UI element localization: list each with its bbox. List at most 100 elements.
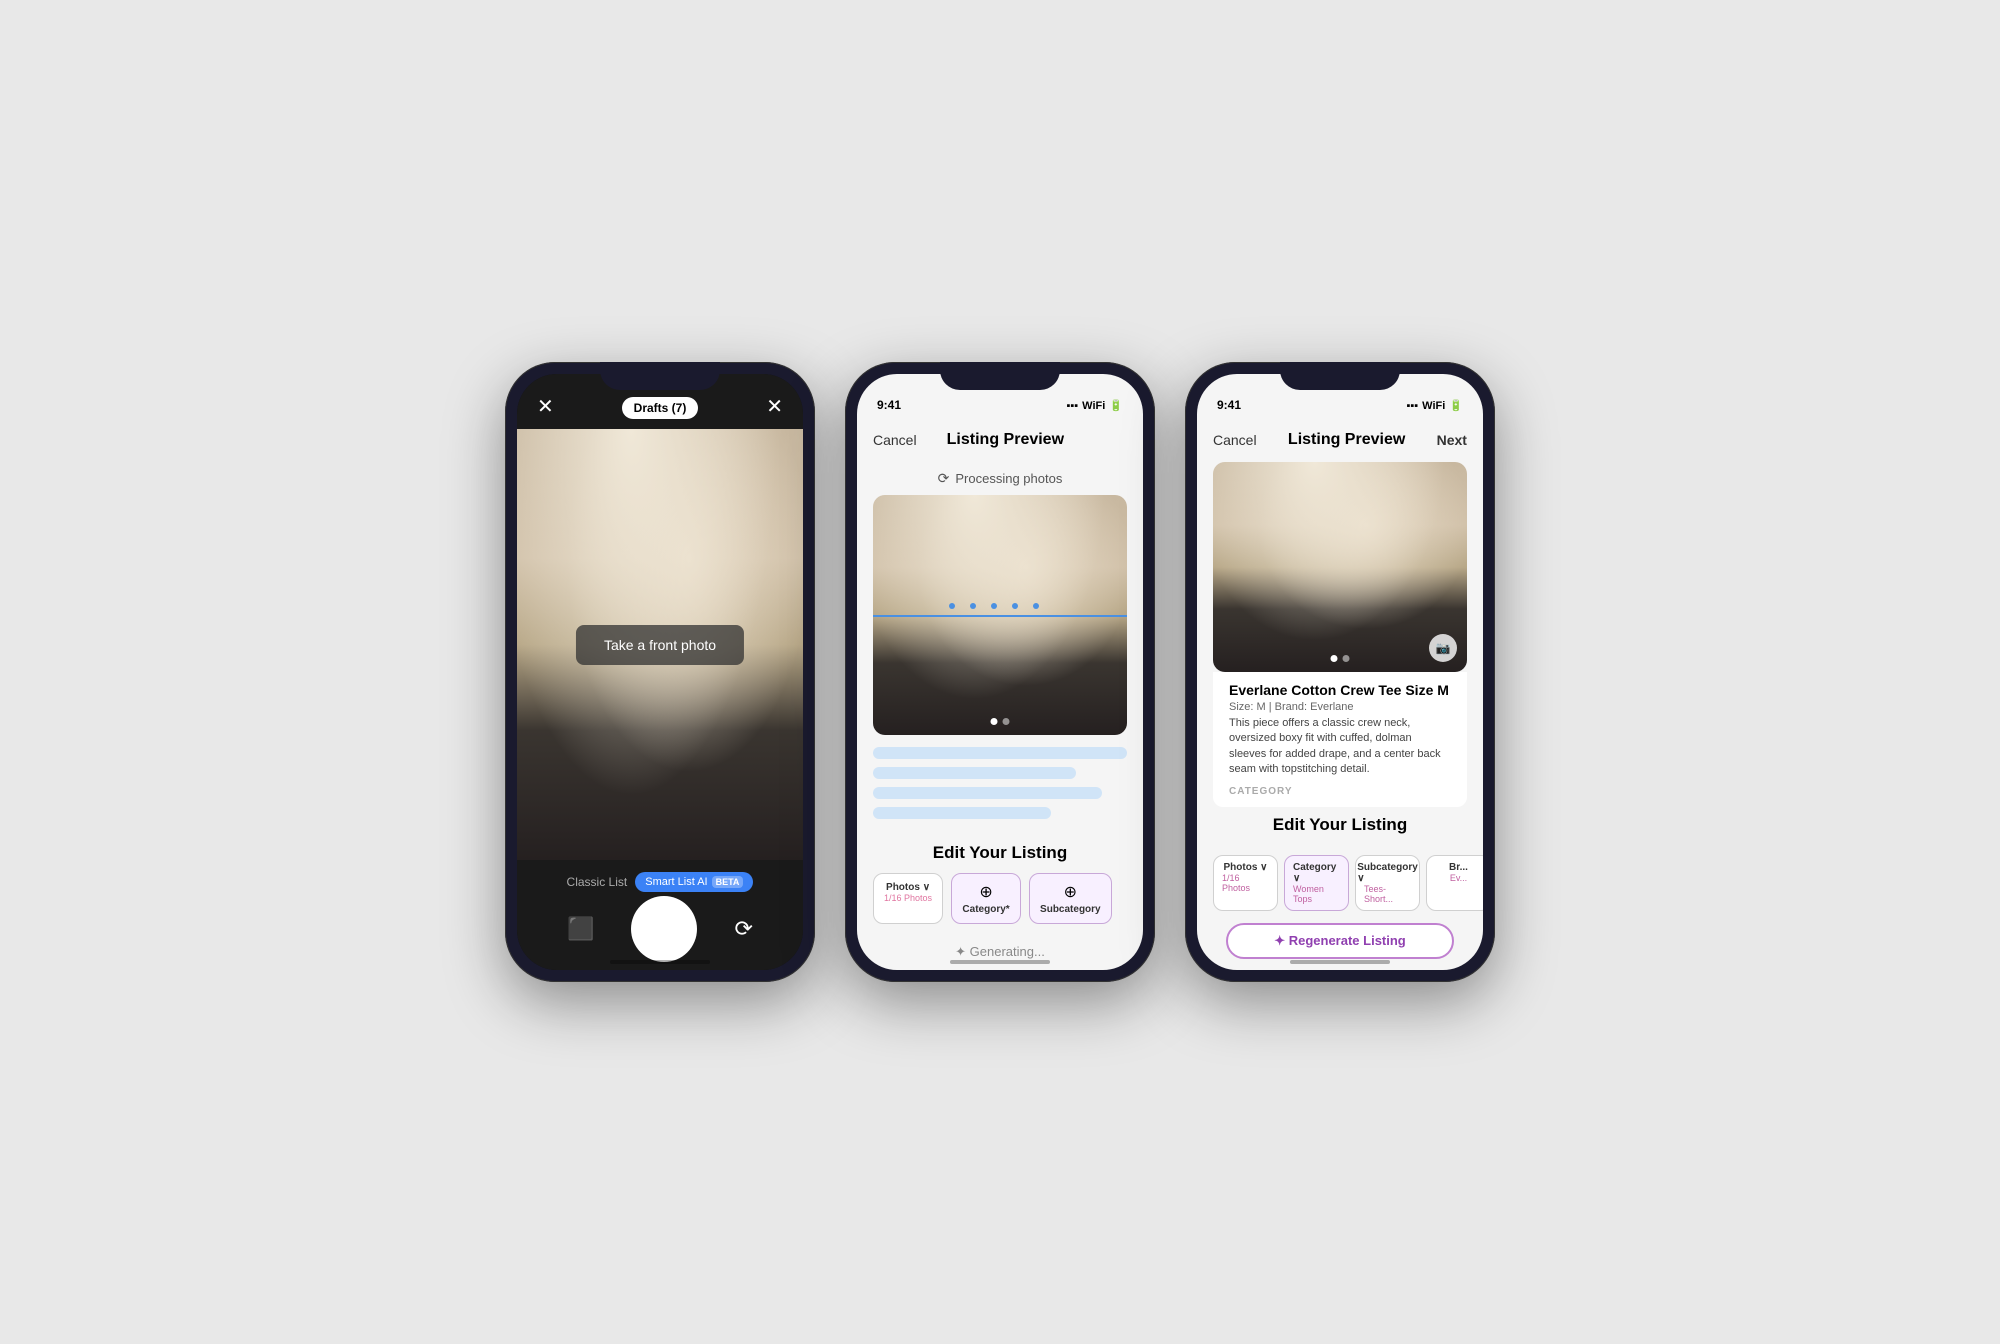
flash-button[interactable]: ✕: [766, 394, 783, 419]
edit-title-3: Edit Your Listing: [1213, 815, 1467, 835]
preview-image: [873, 495, 1127, 735]
camera-overlay-icon[interactable]: 📷: [1429, 634, 1457, 662]
image-dot-1: [991, 718, 998, 725]
edit-tabs-3: Photos ∨ 1/16 Photos Category ∨ Women To…: [1197, 847, 1483, 915]
smart-list-button[interactable]: Smart List AI BETA: [635, 872, 753, 892]
phone-listing: 9:41 ▪▪▪ WiFi 🔋 Cancel Listing Preview N…: [1185, 362, 1495, 982]
edit-title-2: Edit Your Listing: [873, 843, 1127, 863]
listing-dot-1: [1331, 655, 1338, 662]
scan-dot-2: [970, 603, 976, 609]
cancel-button-2[interactable]: Cancel: [873, 432, 917, 448]
status-icons-2: ▪▪▪ WiFi 🔋: [1066, 399, 1123, 412]
tab-category-label-3: Category ∨: [1293, 862, 1340, 884]
image-dot-2: [1003, 718, 1010, 725]
processing-text: Processing photos: [955, 471, 1062, 486]
subcategory-icon: ⊕: [1064, 882, 1077, 902]
flip-camera-icon[interactable]: ⟳: [735, 916, 753, 942]
wifi-icon-3: WiFi: [1422, 400, 1445, 412]
tab-photos-3[interactable]: Photos ∨ 1/16 Photos: [1213, 855, 1278, 911]
tab-category-sub-3: Women Tops: [1293, 884, 1340, 904]
home-indicator-1: [610, 960, 710, 964]
edit-tabs-2: Photos ∨ 1/16 Photos ⊕ Category* ⊕ Subca…: [873, 873, 1127, 928]
tab-subcategory-2[interactable]: ⊕ Subcategory: [1029, 873, 1112, 924]
cancel-button-3[interactable]: Cancel: [1213, 432, 1257, 448]
tab-photos-sub-3: 1/16 Photos: [1222, 873, 1269, 893]
next-button[interactable]: Next: [1437, 432, 1467, 448]
loading-bar-1: [873, 747, 1127, 759]
loading-bar-4: [873, 807, 1051, 819]
phone-processing: 9:41 ▪▪▪ WiFi 🔋 Cancel Listing Preview N…: [845, 362, 1155, 982]
loading-bar-3: [873, 787, 1102, 799]
listing-dot-2: [1343, 655, 1350, 662]
camera-bottom-bar: Classic List Smart List AI BETA ⬛ ⟳: [517, 860, 803, 970]
tab-brand-3[interactable]: Br... Ev...: [1426, 855, 1483, 911]
battery-icon: 🔋: [1109, 399, 1123, 412]
home-indicator-2: [950, 960, 1050, 964]
phone-notch-3: [1280, 362, 1400, 390]
listing-image: 📷: [1213, 462, 1467, 672]
tab-subcategory-label-3: Subcategory ∨: [1357, 862, 1418, 884]
loading-fields: [857, 735, 1143, 831]
listing-title: Everlane Cotton Crew Tee Size M: [1229, 682, 1451, 698]
generating-bar: ✦ Generating...: [857, 934, 1143, 970]
listing-meta: Size: M | Brand: Everlane: [1229, 701, 1451, 713]
nav-title-3: Listing Preview: [1288, 431, 1405, 449]
status-time-3: 9:41: [1217, 398, 1241, 412]
tab-photos-sub-2: 1/16 Photos: [884, 893, 932, 903]
status-time-2: 9:41: [877, 398, 901, 412]
signal-icon-3: ▪▪▪: [1406, 400, 1418, 412]
scan-line: [873, 615, 1127, 617]
status-icons-3: ▪▪▪ WiFi 🔋: [1406, 399, 1463, 412]
scan-dots: [949, 603, 1039, 609]
phone-notch-1: [600, 362, 720, 390]
edit-section-3: Edit Your Listing: [1197, 807, 1483, 847]
classic-list-label[interactable]: Classic List: [567, 875, 628, 889]
regenerate-button[interactable]: ✦ Regenerate Listing: [1226, 923, 1455, 959]
tab-subcategory-3[interactable]: Subcategory ∨ Tees- Short...: [1355, 855, 1420, 911]
listing-description: This piece offers a classic crew neck, o…: [1229, 716, 1451, 778]
nav-title-2: Listing Preview: [947, 431, 1064, 449]
battery-icon-3: 🔋: [1449, 399, 1463, 412]
scan-dot-1: [949, 603, 955, 609]
image-dots: [991, 718, 1010, 725]
close-button[interactable]: ✕: [537, 394, 554, 419]
processing-header: ⟳ Processing photos: [857, 462, 1143, 495]
category-section-label: CATEGORY: [1229, 786, 1451, 797]
tab-subcategory-label-2: Subcategory: [1040, 904, 1101, 915]
nav-bar-2: Cancel Listing Preview Next: [857, 418, 1143, 462]
camera-overlay-text: Take a front photo: [576, 625, 744, 665]
loading-bar-2: [873, 767, 1076, 779]
scan-dot-3: [991, 603, 997, 609]
tab-photos-2[interactable]: Photos ∨ 1/16 Photos: [873, 873, 943, 924]
phone-notch-2: [940, 362, 1060, 390]
wifi-icon: WiFi: [1082, 400, 1105, 412]
edit-section-2: Edit Your Listing Photos ∨ 1/16 Photos ⊕…: [857, 831, 1143, 934]
category-icon: ⊕: [979, 882, 992, 902]
listing-content: Everlane Cotton Crew Tee Size M Size: M …: [1213, 672, 1467, 807]
tab-category-3[interactable]: Category ∨ Women Tops: [1284, 855, 1349, 911]
drafts-button[interactable]: Drafts (7): [622, 397, 699, 419]
tab-brand-sub-3: Ev...: [1450, 873, 1467, 883]
beta-badge: BETA: [712, 876, 744, 888]
camera-preview: Take a front photo: [517, 429, 803, 860]
signal-icon: ▪▪▪: [1066, 400, 1078, 412]
tab-category-label-2: Category*: [962, 904, 1009, 915]
listing-photo-bg: [1213, 462, 1467, 672]
generating-text: ✦ Generating...: [955, 944, 1045, 960]
tab-brand-label-3: Br...: [1449, 862, 1468, 873]
tab-category-2[interactable]: ⊕ Category*: [951, 873, 1021, 924]
spinner-icon: ⟳: [938, 470, 950, 487]
scan-dot-5: [1033, 603, 1039, 609]
gallery-icon[interactable]: ⬛: [567, 916, 594, 942]
scan-dot-4: [1012, 603, 1018, 609]
shutter-button[interactable]: [634, 899, 694, 959]
phones-container: ✕ Drafts (7) ✕ Take a front photo Classi…: [505, 362, 1495, 982]
home-indicator-3: [1290, 960, 1390, 964]
mode-selector: Classic List Smart List AI BETA: [567, 872, 754, 892]
tab-photos-label-3: Photos ∨: [1224, 862, 1268, 873]
listing-image-dots: [1331, 655, 1350, 662]
camera-controls: ⬛ ⟳: [517, 899, 803, 959]
smart-list-label: Smart List AI: [645, 876, 707, 888]
tab-subcategory-sub-3: Tees- Short...: [1364, 884, 1411, 904]
phone-camera: ✕ Drafts (7) ✕ Take a front photo Classi…: [505, 362, 815, 982]
